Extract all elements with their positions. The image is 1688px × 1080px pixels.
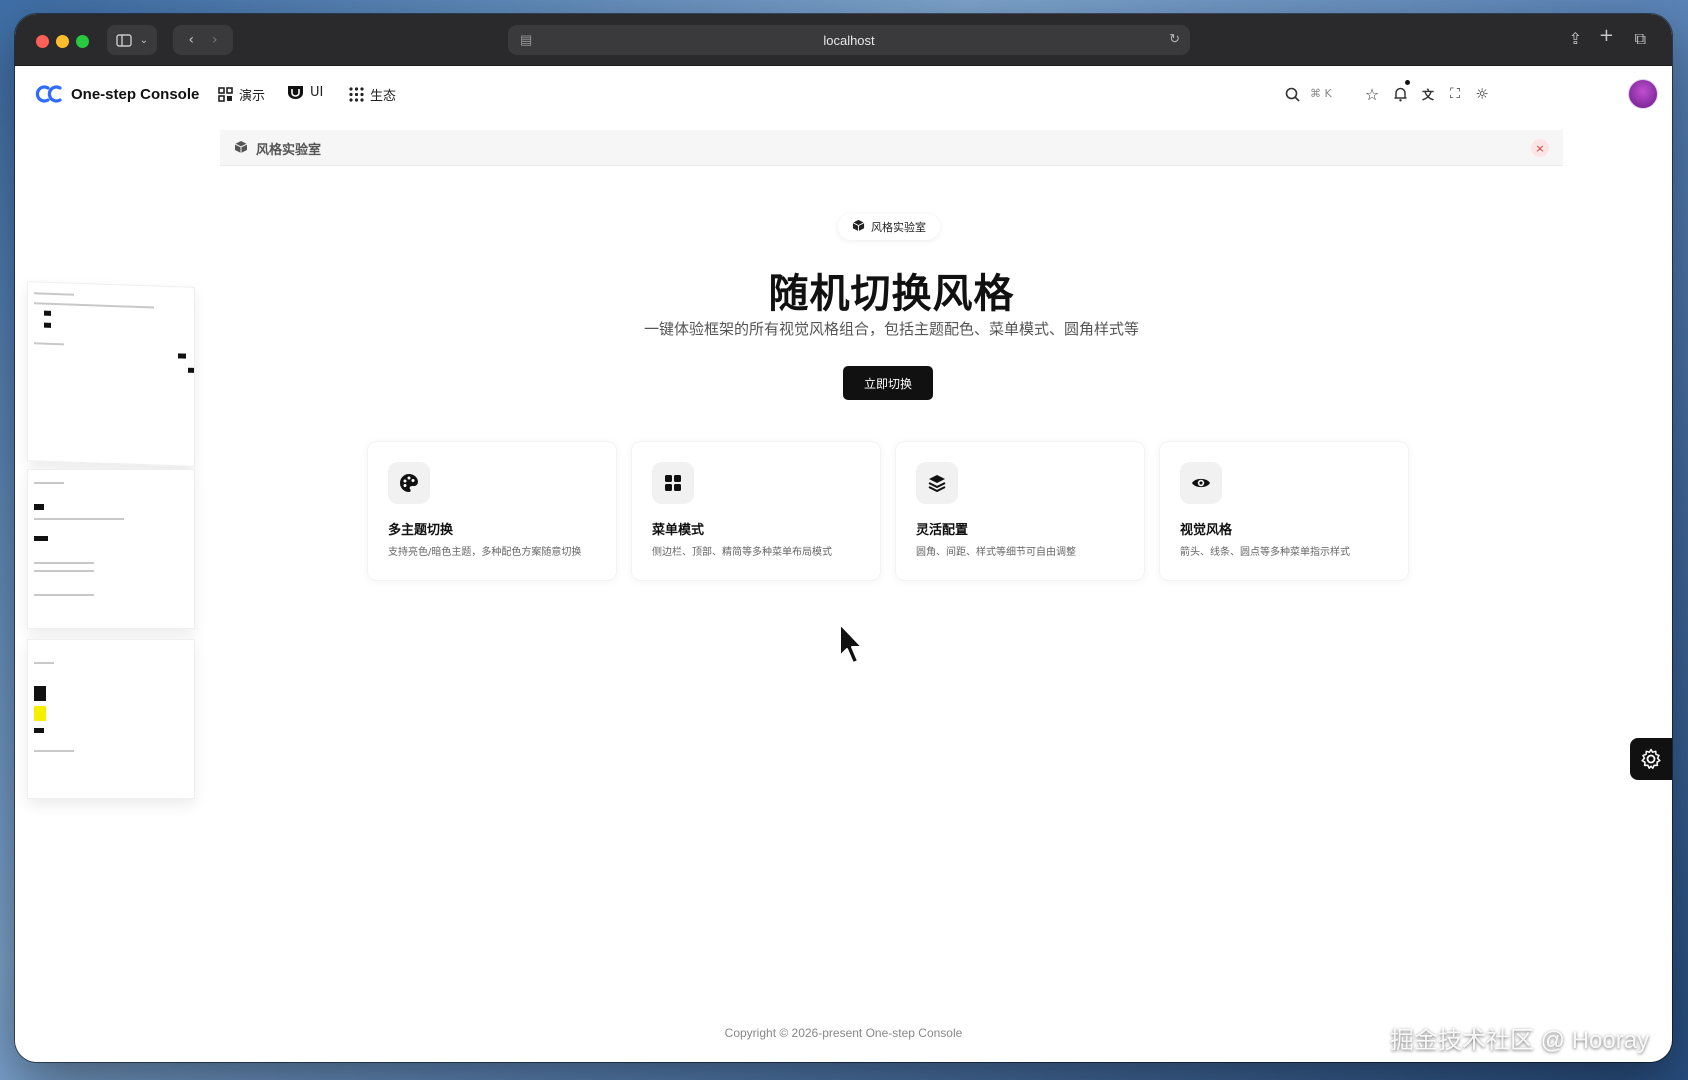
- close-window-button[interactable]: [36, 35, 49, 48]
- settings-button[interactable]: [1630, 738, 1672, 780]
- palette-icon: [400, 474, 418, 492]
- zoom-window-button[interactable]: [76, 35, 89, 48]
- shield-icon: [288, 86, 303, 99]
- grid-icon: [665, 475, 681, 491]
- nav-ecosystem-label: 生态: [370, 89, 397, 104]
- sidebar-toggle-button[interactable]: ⌄: [107, 25, 157, 55]
- cube-icon: [852, 219, 865, 235]
- feature-title: 视觉风格: [1180, 523, 1233, 538]
- theme-toggle-button[interactable]: ☼: [1470, 82, 1494, 106]
- history-nav: ‹ ›: [173, 25, 233, 55]
- feature-desc: 箭头、线条、圆点等多种菜单指示样式: [1180, 547, 1350, 558]
- notifications-button[interactable]: [1388, 80, 1412, 106]
- feature-icon-wrap: [388, 462, 430, 504]
- feature-title: 多主题切换: [388, 523, 454, 538]
- nav-demo-label: 演示: [239, 89, 266, 104]
- feature-card-config: 灵活配置 圆角、间距、样式等细节可自由调整: [895, 441, 1145, 581]
- switch-now-button[interactable]: 立即切换: [843, 366, 933, 400]
- ghost-preview-3: [27, 639, 195, 799]
- feature-icon-wrap: [652, 462, 694, 504]
- translate-icon: 文: [1421, 87, 1434, 102]
- logo-icon: [35, 85, 62, 103]
- app-header: One-step Console 演示 UI 生态 ⌘ K ☆ 文 ⛶ ☼: [15, 66, 1672, 124]
- layers-icon: [928, 475, 946, 492]
- browser-window: ⌄ ‹ › ▤ localhost ↻ ⇪ + ⧉ One-step Conso…: [15, 14, 1672, 1062]
- page-title: 随机切换风格: [768, 271, 1015, 317]
- chevron-down-icon: ⌄: [139, 34, 149, 46]
- tab-style-lab[interactable]: 风格实验室: [234, 139, 321, 158]
- fullscreen-button[interactable]: ⛶: [1443, 82, 1467, 106]
- browser-toolbar: ⌄ ‹ › ▤ localhost ↻ ⇪ + ⧉: [15, 14, 1672, 66]
- tabs-overview-icon[interactable]: ⧉: [1635, 29, 1646, 49]
- brand-logo[interactable]: One-step Console: [35, 83, 199, 105]
- new-tab-icon[interactable]: +: [1599, 25, 1614, 46]
- star-icon: ☆: [1364, 84, 1380, 104]
- sun-icon: ☼: [1475, 85, 1489, 103]
- close-icon: ×: [1535, 141, 1545, 155]
- main-content: 风格实验室 随机切换风格 一键体验框架的所有视觉风格组合，包括主题配色、菜单模式…: [220, 166, 1563, 966]
- hero-badge: 风格实验室: [838, 214, 940, 240]
- nav-ui-label: UI: [310, 85, 324, 100]
- dashboard-icon: [218, 87, 233, 102]
- hero-badge-label: 风格实验室: [871, 221, 926, 234]
- forward-button[interactable]: ›: [212, 32, 218, 48]
- nav-ecosystem[interactable]: 生态: [349, 85, 396, 104]
- search-button[interactable]: [1280, 82, 1304, 106]
- watermark: 掘金技术社区 @ Hooray: [1390, 1027, 1650, 1054]
- page-menu-icon[interactable]: ▤: [520, 32, 532, 48]
- minimize-window-button[interactable]: [56, 35, 69, 48]
- brand-name: One-step Console: [71, 85, 200, 103]
- language-button[interactable]: 文: [1416, 82, 1440, 106]
- sidebar-icon: [116, 33, 132, 47]
- feature-desc: 支持亮色/暗色主题，多种配色方案随意切换: [388, 547, 582, 558]
- back-button[interactable]: ‹: [188, 32, 194, 48]
- ghost-preview-2: [27, 469, 195, 629]
- nav-demo[interactable]: 演示: [218, 85, 265, 104]
- address-bar[interactable]: ▤ localhost ↻: [508, 25, 1190, 55]
- nav-ui[interactable]: UI: [287, 85, 323, 100]
- share-icon[interactable]: ⇪: [1569, 29, 1582, 48]
- notification-badge: [1405, 80, 1410, 85]
- reload-icon[interactable]: ↻: [1169, 31, 1180, 47]
- feature-desc: 圆角、间距、样式等细节可自由调整: [916, 547, 1076, 558]
- feature-title: 灵活配置: [916, 523, 969, 538]
- avatar[interactable]: [1628, 79, 1658, 109]
- feature-card-visual-style: 视觉风格 箭头、线条、圆点等多种菜单指示样式: [1159, 441, 1409, 581]
- ghost-preview-1: [27, 281, 195, 467]
- page-subtitle: 一键体验框架的所有视觉风格组合，包括主题配色、菜单模式、圆角样式等: [643, 320, 1139, 338]
- tab-close-button[interactable]: ×: [1531, 139, 1549, 157]
- feature-desc: 侧边栏、顶部、精简等多种菜单布局模式: [652, 547, 832, 558]
- feature-card-themes: 多主题切换 支持亮色/暗色主题，多种配色方案随意切换: [367, 441, 617, 581]
- bell-icon: [1394, 87, 1406, 102]
- gear-icon: [1641, 748, 1661, 769]
- favorites-button[interactable]: ☆: [1360, 82, 1384, 106]
- mouse-cursor-icon: [839, 623, 863, 664]
- tab-bar: 风格实验室 ×: [220, 130, 1563, 166]
- fullscreen-icon: ⛶: [1450, 86, 1460, 102]
- search-shortcut: ⌘ K: [1310, 87, 1332, 100]
- search-icon: [1285, 87, 1300, 102]
- cube-icon: [234, 140, 248, 158]
- tab-label: 风格实验室: [256, 143, 322, 158]
- feature-title: 菜单模式: [652, 523, 705, 538]
- feature-icon-wrap: [916, 462, 958, 504]
- eye-icon: [1192, 478, 1210, 488]
- address-text: localhost: [823, 32, 875, 48]
- grid-icon: [349, 87, 364, 102]
- sidebar: [15, 124, 203, 1062]
- feature-card-menu-mode: 菜单模式 侧边栏、顶部、精简等多种菜单布局模式: [631, 441, 881, 581]
- feature-icon-wrap: [1180, 462, 1222, 504]
